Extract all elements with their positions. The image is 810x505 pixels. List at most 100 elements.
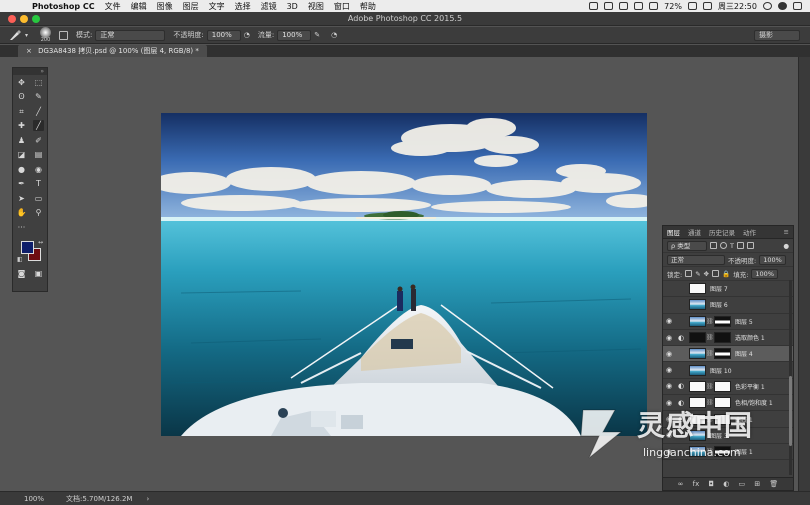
wifi-icon[interactable] [619,2,629,10]
menu-help[interactable]: 帮助 [360,1,376,12]
layer-row[interactable]: ◉ ⛓ 图层 1 [663,444,793,461]
layer-mask-thumbnail[interactable] [714,332,731,344]
type-tool-icon[interactable]: T [33,178,44,189]
gradient-tool-icon[interactable]: ▤ [33,149,44,160]
layer-row[interactable]: ◉ 图层 3 [663,428,793,444]
filter-type-icon[interactable]: T [730,242,734,250]
menu-view[interactable]: 视图 [308,1,324,12]
blur-tool-icon[interactable]: ● [16,164,27,175]
add-mask-icon[interactable]: ◘ [708,480,714,488]
menu-image[interactable]: 图像 [157,1,173,12]
path-select-tool-icon[interactable]: ➤ [16,193,27,204]
input-flag-icon[interactable] [702,2,712,10]
layer-thumbnail[interactable] [689,429,706,441]
layer-row[interactable]: 图层 7 [663,281,793,298]
battery-icon[interactable] [687,2,697,10]
tool-preset-picker[interactable]: ▾ [8,29,28,41]
layer-row[interactable]: ◉ ◐ ⛓ 色相/饱和度 1 [663,395,793,412]
filter-smart-object-icon[interactable] [746,242,754,249]
document-tab[interactable]: × DG3A8438 拷贝.psd @ 100% (图层 4, RGB/8) * [18,45,207,57]
pen-tool-icon[interactable]: ✒ [16,178,27,189]
battery-percent[interactable]: 72% [664,2,682,11]
layer-opacity-field[interactable]: 100% [759,254,786,265]
menu-file[interactable]: 文件 [105,1,121,12]
layer-thumbnail[interactable] [689,283,706,295]
tools-panel-collapse[interactable]: » [13,68,47,75]
close-tab-icon[interactable]: × [26,47,32,55]
layer-thumbnail[interactable] [689,299,706,311]
layer-style-icon[interactable]: fx [693,480,700,488]
new-adjustment-icon[interactable]: ◐ [723,480,729,488]
filter-shape-icon[interactable] [736,242,744,249]
brush-panel-toggle[interactable] [59,30,69,40]
tab-layers[interactable]: 图层 [663,227,684,237]
user-icon[interactable] [778,2,787,10]
menu-layer[interactable]: 图层 [183,1,199,12]
screen-mode-icon[interactable]: ▣ [33,268,44,279]
layer-row[interactable]: ◉ ◐ ⛓ 色彩平衡 1 [663,379,793,396]
visibility-eye-icon[interactable]: ◉ [663,431,675,439]
dropbox-icon[interactable] [604,2,614,10]
menu-edit[interactable]: 编辑 [131,1,147,12]
app-menu[interactable]: Photoshop CC [32,2,95,11]
fill-field[interactable]: 100% [751,268,778,279]
layer-thumbnail[interactable] [689,332,706,344]
tab-history[interactable]: 历史记录 [705,227,739,237]
search-icon[interactable] [763,2,772,10]
quick-select-tool-icon[interactable]: ✎ [33,91,44,102]
mask-link-icon[interactable]: ⛓ [706,334,714,341]
layer-thumbnail[interactable] [689,380,706,392]
lock-artboard-icon[interactable] [712,270,720,277]
mask-link-icon[interactable]: ⛓ [706,383,714,390]
menu-window[interactable]: 窗口 [334,1,350,12]
eyedropper-tool-icon[interactable]: ╱ [33,106,44,117]
mask-link-icon[interactable]: ⛓ [706,318,714,325]
menu-select[interactable]: 选择 [235,1,251,12]
visibility-eye-icon[interactable]: ◉ [663,448,675,456]
link-layers-icon[interactable]: ∞ [678,480,684,488]
foreground-color-swatch[interactable] [21,240,34,254]
swap-colors-icon[interactable]: ↔ [38,239,43,246]
quick-mask-icon[interactable]: ◙ [16,268,27,279]
dodge-tool-icon[interactable]: ◉ [33,164,44,175]
brush-tool-icon[interactable]: ╱ [33,120,44,132]
zoom-tool-icon[interactable]: ⚲ [33,207,44,218]
menu-3d[interactable]: 3D [287,2,298,11]
layer-row[interactable]: ◉ ⛓ 图层 5 [663,314,793,330]
layer-row[interactable]: ◉ 图层 10 [663,362,793,379]
visibility-eye-icon[interactable]: ◉ [663,382,675,390]
layer-row[interactable]: ◉ ◐ ⛓ 曲线 1 [663,411,793,428]
layer-thumbnail[interactable] [689,446,706,458]
layer-thumbnail[interactable] [689,364,706,376]
mask-link-icon[interactable]: ⛓ [706,350,714,357]
blend-mode-select[interactable]: 正常 [667,254,725,265]
flow-field[interactable]: 100% [277,29,312,41]
zoom-level[interactable]: 100% [24,495,44,503]
visibility-eye-icon[interactable]: ◉ [663,399,675,407]
opacity-field[interactable]: 100% [206,29,241,41]
mask-link-icon[interactable]: ⛓ [706,416,714,423]
document-canvas[interactable] [161,113,647,436]
visibility-eye-icon[interactable]: ◉ [663,350,675,358]
new-layer-icon[interactable]: ⊞ [754,480,760,488]
filter-pixel-icon[interactable] [710,242,717,249]
layer-thumbnail[interactable] [689,348,706,360]
default-colors-icon[interactable]: ◧ [17,256,23,263]
crop-tool-icon[interactable]: ⌗ [16,106,27,117]
layers-scrollbar-thumb[interactable] [789,376,792,446]
lock-all-icon[interactable]: 🔒 [722,270,730,278]
history-brush-tool-icon[interactable]: ✐ [33,135,44,146]
workspace-switcher[interactable]: 摄影 [754,30,800,41]
brush-picker[interactable]: 200 [40,27,52,43]
volume-icon[interactable] [649,2,659,10]
mode-select[interactable]: 正常 [95,29,166,41]
mask-link-icon[interactable]: ⛓ [706,448,714,455]
layer-mask-thumbnail[interactable] [714,348,731,360]
new-group-icon[interactable]: ▭ [739,480,746,488]
rectangle-tool-icon[interactable]: ▭ [33,193,44,204]
panel-menu-icon[interactable]: ≡ [784,228,793,236]
hand-tool-icon[interactable]: ✋ [16,207,27,218]
mask-link-icon[interactable]: ⛓ [706,399,714,406]
healing-brush-tool-icon[interactable]: ✚ [16,120,27,131]
clock[interactable]: 周三22:50 [718,1,757,12]
